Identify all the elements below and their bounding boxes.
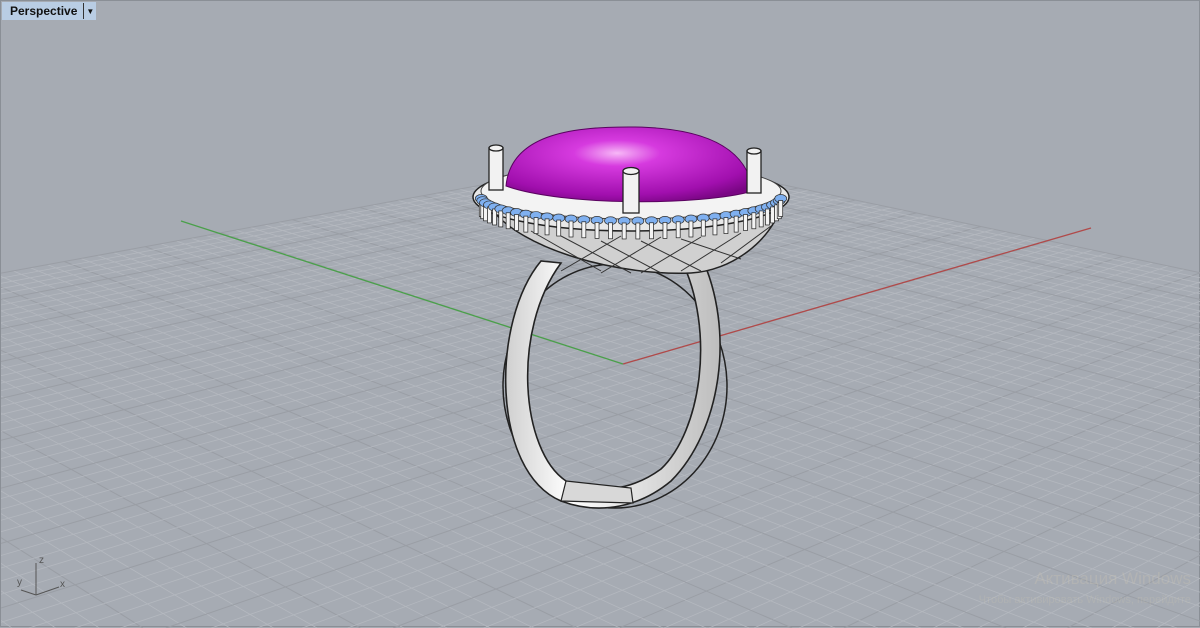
bezel-prong — [569, 221, 573, 237]
bezel-prong — [779, 201, 783, 217]
bezel-prong — [676, 222, 680, 238]
grid-minor-line — [81, 258, 1049, 628]
bezel-prong — [771, 207, 775, 223]
bezel-prong — [582, 222, 586, 238]
bezel-prong — [595, 222, 599, 238]
z-axis-label: z — [39, 555, 44, 566]
grid-minor-line — [120, 269, 1184, 628]
grid-minor-line — [250, 227, 1200, 528]
bezel-prong — [515, 215, 519, 231]
bezel-prong — [636, 223, 640, 239]
grid-minor-line — [1, 250, 1093, 581]
x-axis-label: x — [60, 579, 65, 590]
bezel-prong — [609, 223, 613, 239]
grid-major-line — [1068, 555, 1200, 628]
bezel-prong — [713, 219, 717, 235]
bezel-prong — [534, 218, 538, 234]
bezel-prong — [759, 211, 763, 227]
grid-minor-line — [1, 323, 663, 628]
viewport-tab[interactable]: Perspective ▼ — [2, 2, 96, 20]
bezel-prong — [622, 223, 626, 239]
axis-gizmo: z x y — [13, 553, 73, 599]
bezel-prong — [724, 218, 728, 234]
bezel-prong — [701, 220, 705, 236]
bezel-prong — [524, 216, 528, 232]
bezel-prong — [499, 211, 503, 227]
grid-minor-line — [1, 470, 274, 628]
perspective-viewport[interactable]: Perspective ▼ z x y Активация Windows Чт… — [0, 0, 1200, 627]
grid-minor-line — [1, 380, 490, 628]
viewport-title: Perspective — [10, 4, 83, 18]
dropdown-arrow-icon[interactable]: ▼ — [83, 3, 96, 19]
ring-model[interactable] — [473, 127, 789, 508]
bezel-prong — [734, 216, 738, 232]
bezel-prong — [752, 213, 756, 229]
grid-minor-line — [236, 230, 1200, 540]
grid-major-line — [1, 350, 577, 628]
bezel-prong — [545, 219, 549, 235]
bezel-prong — [557, 220, 561, 236]
grid-minor-line — [1, 299, 749, 628]
bezel-prong — [649, 223, 653, 239]
bezel-prong — [506, 213, 510, 229]
grid-minor-line — [933, 493, 1200, 628]
activation-watermark-sub: Чтобы активировать Windows, перейдите — [979, 594, 1191, 606]
bezel-prong — [663, 222, 667, 238]
activation-watermark: Активация Windows — [1034, 569, 1191, 589]
grid-minor-line — [47, 265, 963, 628]
3d-scene[interactable] — [1, 1, 1200, 628]
bezel-prong — [765, 209, 769, 225]
grid-minor-line — [346, 210, 1200, 454]
y-axis-label: y — [17, 577, 22, 588]
bezel-prong — [689, 221, 693, 237]
bezel-prong — [743, 215, 747, 231]
